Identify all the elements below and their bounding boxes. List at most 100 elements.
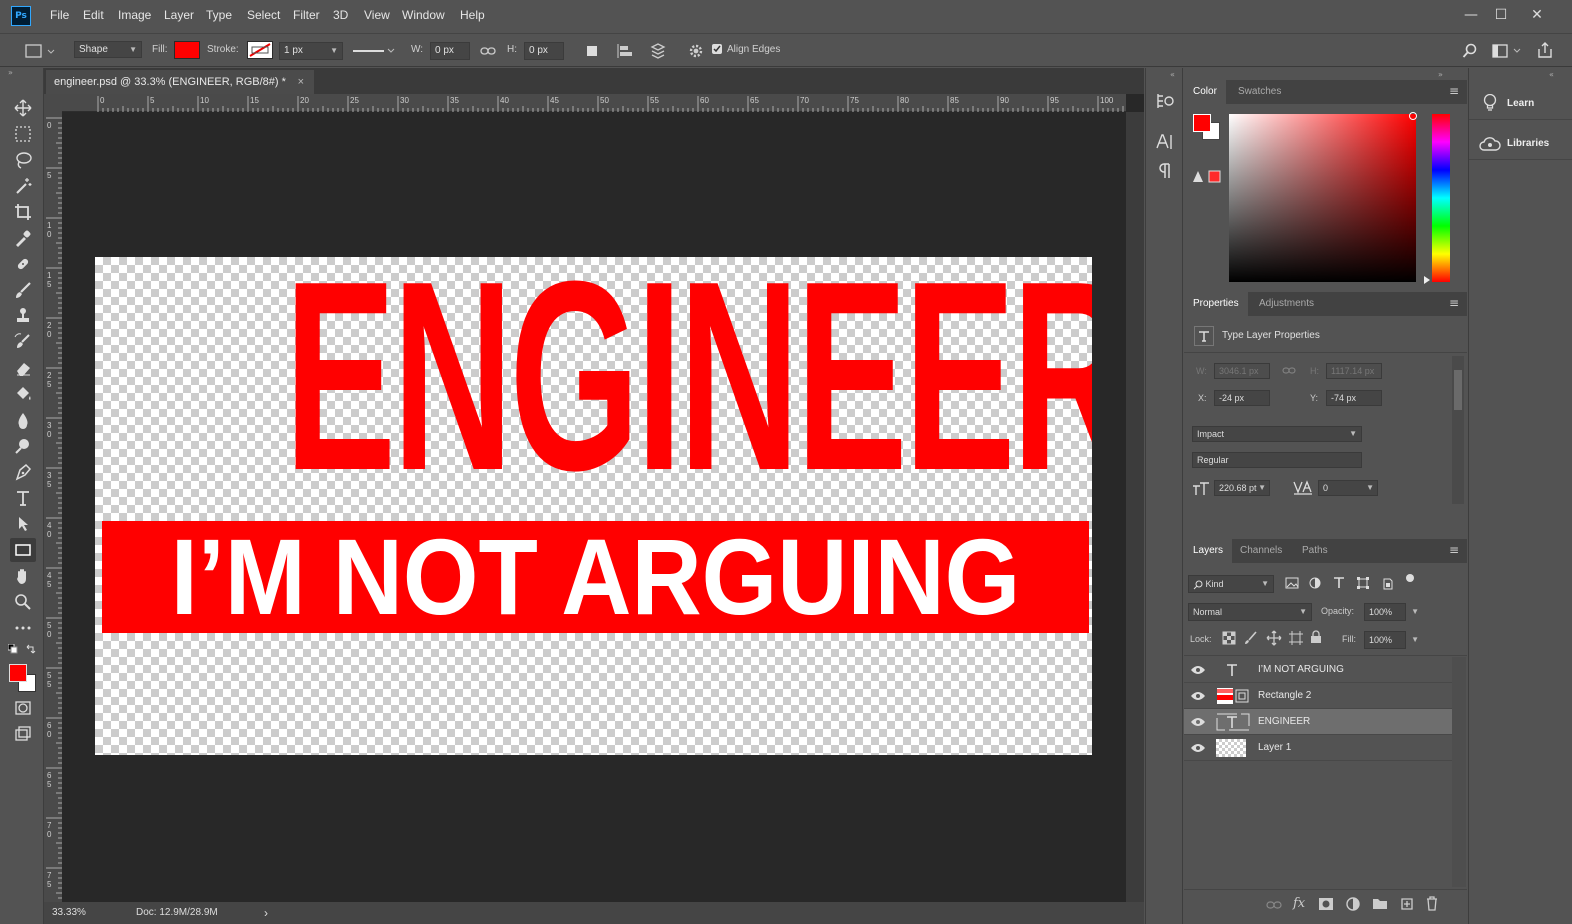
rectangle-tool-icon[interactable] bbox=[10, 538, 36, 562]
opacity-field[interactable]: 100% ▼ bbox=[1364, 603, 1419, 621]
layer-style-icon[interactable]: fx bbox=[1293, 896, 1305, 911]
zoom-level[interactable]: 33.33% bbox=[52, 907, 86, 918]
filter-toggle-icon[interactable] bbox=[1406, 574, 1414, 582]
screen-mode-icon[interactable] bbox=[10, 722, 36, 746]
horizontal-ruler[interactable]: 0 5 10 15 20 25 30 35 40 45 50 55 60 65 70 75 80 85 90 95 10… bbox=[62, 94, 1126, 112]
engineer-text-layer[interactable]: ENGINEER bbox=[284, 257, 1092, 512]
chevron-down-icon[interactable]: ▼ bbox=[1411, 632, 1419, 648]
lasso-tool-icon[interactable] bbox=[10, 148, 36, 172]
eye-icon[interactable] bbox=[1190, 717, 1206, 727]
menu-layer[interactable]: Layer bbox=[164, 8, 194, 22]
swap-colors-icon[interactable] bbox=[26, 644, 36, 654]
font-size-field[interactable]: 220.68 pt ▼ bbox=[1214, 480, 1270, 496]
new-layer-icon[interactable] bbox=[1400, 897, 1414, 911]
dodge-tool-icon[interactable] bbox=[10, 434, 36, 458]
brush-tool-icon[interactable] bbox=[10, 278, 36, 302]
scrollbar-thumb[interactable] bbox=[1454, 370, 1462, 410]
rectangle-tool-preset-icon[interactable] bbox=[24, 42, 56, 60]
hue-slider[interactable] bbox=[1432, 114, 1450, 282]
add-mask-icon[interactable] bbox=[1318, 897, 1334, 911]
paint-bucket-tool-icon[interactable] bbox=[10, 382, 36, 406]
filter-pixel-icon[interactable] bbox=[1285, 577, 1299, 589]
document-tab[interactable]: engineer.psd @ 33.3% (ENGINEER, RGB/8#) … bbox=[46, 70, 314, 94]
clone-stamp-tool-icon[interactable] bbox=[10, 304, 36, 328]
x-field[interactable]: -24 px bbox=[1214, 390, 1270, 406]
crop-tool-icon[interactable] bbox=[10, 200, 36, 224]
vertical-ruler[interactable]: 051015202530354045505560657075 bbox=[44, 112, 62, 902]
path-operations-icon[interactable] bbox=[584, 43, 600, 59]
gear-icon[interactable] bbox=[688, 43, 704, 59]
tool-mode-select[interactable]: Shape ▼ bbox=[74, 41, 142, 58]
lock-artboard-icon[interactable] bbox=[1288, 630, 1304, 646]
photoshop-logo-icon[interactable]: Ps bbox=[11, 6, 31, 26]
hand-tool-icon[interactable] bbox=[10, 564, 36, 588]
lock-all-icon[interactable] bbox=[1310, 630, 1322, 644]
eyedropper-tool-icon[interactable] bbox=[10, 226, 36, 250]
default-colors-icon[interactable] bbox=[8, 644, 18, 654]
stroke-color-swatch[interactable] bbox=[247, 41, 273, 59]
chevron-down-icon[interactable]: ▼ bbox=[1411, 604, 1419, 620]
blur-tool-icon[interactable] bbox=[10, 408, 36, 432]
more-tools-icon[interactable] bbox=[10, 616, 36, 640]
foreground-color-chip[interactable] bbox=[1193, 114, 1211, 132]
search-icon[interactable] bbox=[1462, 43, 1478, 59]
tab-properties[interactable]: Properties bbox=[1184, 292, 1248, 316]
filter-smart-object-icon[interactable] bbox=[1382, 576, 1394, 590]
paragraph-panel-icon[interactable] bbox=[1157, 162, 1173, 180]
properties-scrollbar[interactable] bbox=[1452, 356, 1464, 504]
layer-row[interactable]: Layer 1 bbox=[1184, 735, 1452, 761]
libraries-button[interactable]: Libraries bbox=[1469, 128, 1572, 160]
stroke-type-select[interactable] bbox=[350, 42, 398, 60]
menu-file[interactable]: File bbox=[50, 8, 69, 22]
menu-window[interactable]: Window bbox=[402, 8, 445, 22]
new-group-icon[interactable] bbox=[1372, 897, 1388, 910]
link-layers-icon[interactable] bbox=[1266, 900, 1282, 910]
minimize-button[interactable]: — bbox=[1456, 4, 1486, 26]
lock-image-pixels-icon[interactable] bbox=[1244, 631, 1258, 645]
width-field[interactable]: 0 px bbox=[430, 42, 470, 60]
menu-image[interactable]: Image bbox=[118, 8, 151, 22]
history-brush-tool-icon[interactable] bbox=[10, 330, 36, 354]
canvas-viewport[interactable]: ENGINEER I’M NOT ARGUING bbox=[62, 112, 1126, 902]
tab-paths[interactable]: Paths bbox=[1293, 539, 1337, 563]
zoom-tool-icon[interactable] bbox=[10, 590, 36, 614]
panel-menu-icon[interactable]: ≡ bbox=[1449, 84, 1459, 98]
collapse-toolbar-icon[interactable]: » bbox=[8, 68, 36, 78]
red-rectangle-layer[interactable]: I’M NOT ARGUING bbox=[102, 521, 1089, 633]
fill-color-swatch[interactable] bbox=[174, 41, 200, 59]
lock-transparent-pixels-icon[interactable] bbox=[1222, 631, 1236, 645]
menu-view[interactable]: View bbox=[364, 8, 390, 22]
tab-layers[interactable]: Layers bbox=[1184, 539, 1233, 563]
layer-row[interactable]: ENGINEER bbox=[1184, 709, 1452, 735]
font-style-select[interactable]: Regular bbox=[1192, 452, 1362, 468]
filter-type-icon[interactable] bbox=[1333, 576, 1345, 589]
layer-row[interactable]: Rectangle 2 bbox=[1184, 683, 1452, 709]
filter-shape-icon[interactable] bbox=[1356, 576, 1370, 590]
color-field-picker[interactable] bbox=[1229, 112, 1417, 282]
menu-edit[interactable]: Edit bbox=[83, 8, 104, 22]
menu-3d[interactable]: 3D bbox=[333, 8, 348, 22]
maximize-button[interactable]: ☐ bbox=[1486, 4, 1516, 26]
path-selection-tool-icon[interactable] bbox=[10, 512, 36, 536]
layers-scrollbar[interactable] bbox=[1452, 657, 1466, 887]
y-field[interactable]: -74 px bbox=[1326, 390, 1382, 406]
eye-icon[interactable] bbox=[1190, 691, 1206, 701]
character-panel-icon[interactable] bbox=[1155, 132, 1175, 152]
menu-select[interactable]: Select bbox=[247, 8, 280, 22]
menu-filter[interactable]: Filter bbox=[293, 8, 320, 22]
blend-mode-select[interactable]: Normal ▼ bbox=[1188, 603, 1312, 621]
foreground-color-swatch[interactable] bbox=[9, 664, 27, 682]
panel-menu-icon[interactable]: ≡ bbox=[1449, 296, 1459, 310]
pen-tool-icon[interactable] bbox=[10, 460, 36, 484]
type-tool-icon[interactable] bbox=[10, 486, 36, 510]
align-edges-checkbox[interactable] bbox=[712, 44, 722, 54]
tab-swatches[interactable]: Swatches bbox=[1229, 80, 1290, 104]
collapse-dock-icon[interactable]: » bbox=[1438, 70, 1443, 79]
quick-selection-tool-icon[interactable] bbox=[10, 174, 36, 198]
close-button[interactable]: ✕ bbox=[1522, 4, 1552, 26]
tracking-field[interactable]: 0 ▼ bbox=[1318, 480, 1378, 496]
not-arguing-text-layer[interactable]: I’M NOT ARGUING bbox=[151, 521, 1039, 633]
path-arrangement-icon[interactable] bbox=[648, 42, 668, 60]
tab-color[interactable]: Color bbox=[1184, 80, 1226, 104]
layer-filter-select[interactable]: Kind ▼ bbox=[1188, 575, 1274, 593]
